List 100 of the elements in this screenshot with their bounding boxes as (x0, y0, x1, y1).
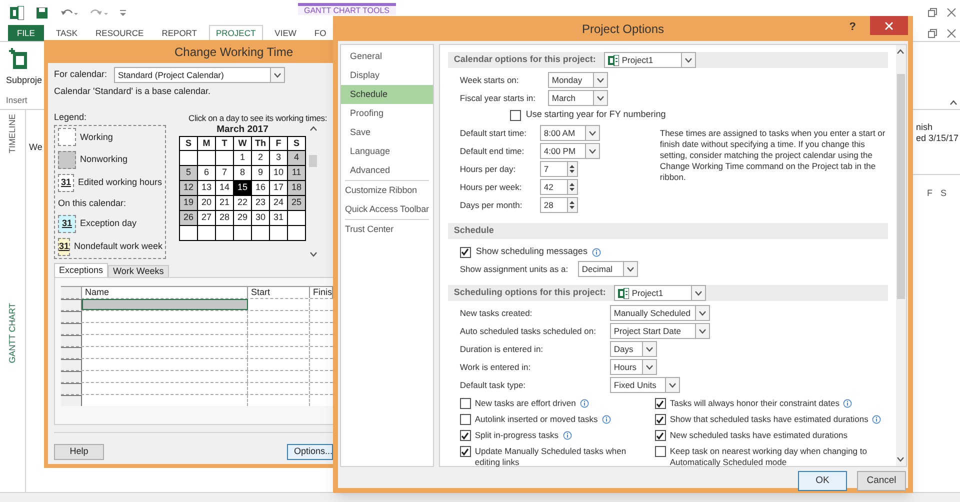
info-icon[interactable] (580, 399, 589, 408)
dropdown[interactable]: Project Start Date (610, 323, 710, 339)
info-icon[interactable] (602, 415, 611, 424)
calendar-day[interactable]: 1 (234, 151, 252, 166)
app-icon[interactable] (10, 6, 24, 20)
calendar-day[interactable]: 17 (270, 181, 288, 196)
calendar-day[interactable]: 4 (288, 151, 306, 166)
calendar-day[interactable]: 31 (270, 211, 288, 226)
nav-item[interactable]: Advanced (341, 161, 433, 180)
dropdown[interactable]: Decimal (578, 261, 638, 277)
dialog-button[interactable]: Options... (287, 444, 333, 460)
row-header[interactable] (61, 299, 82, 310)
document-plus-icon[interactable] (9, 48, 29, 70)
spin-box[interactable]: 42 (540, 179, 578, 195)
nav-item[interactable]: Schedule (341, 85, 433, 104)
calendar-day[interactable]: 14 (216, 181, 234, 196)
calendar-day[interactable]: 7 (216, 166, 234, 181)
checkbox[interactable] (510, 110, 521, 120)
nav-item[interactable]: General (341, 47, 433, 66)
row-header[interactable] (61, 395, 82, 406)
dropdown[interactable]: March (548, 90, 608, 106)
ribbon-tab[interactable]: FILE (8, 25, 44, 41)
spin-box[interactable]: 28 (540, 197, 578, 213)
calendar-day[interactable]: 15 (234, 181, 252, 196)
ribbon-tab[interactable]: REPORT (156, 25, 203, 41)
row-header[interactable] (61, 323, 82, 334)
spin-box[interactable]: 7 (540, 161, 578, 177)
calendar-day[interactable]: 9 (252, 166, 270, 181)
calendar-day[interactable]: 25 (288, 196, 306, 211)
dropdown[interactable]: Standard (Project Calendar) (114, 67, 285, 83)
calendar-day[interactable]: 10 (270, 166, 288, 181)
row-header[interactable] (61, 335, 82, 346)
calendar-day[interactable]: 26 (180, 211, 198, 226)
dropdown[interactable]: Project1 (614, 285, 706, 301)
calendar-day[interactable]: 21 (216, 196, 234, 211)
calendar-day[interactable]: 28 (216, 211, 234, 226)
dropdown[interactable]: Monday (548, 72, 608, 88)
dialog-tab[interactable]: Work Weeks (108, 265, 169, 277)
help-button[interactable]: ? (849, 16, 856, 36)
checkbox[interactable] (654, 430, 666, 441)
calendar-day[interactable]: 12 (180, 181, 198, 196)
nav-item[interactable]: Language (341, 142, 433, 161)
dropdown[interactable]: Days (610, 341, 657, 357)
save-icon[interactable] (36, 6, 48, 18)
checkbox[interactable] (460, 246, 471, 258)
row-header[interactable] (61, 383, 82, 394)
ribbon-tab[interactable]: PROJECT (209, 25, 263, 41)
calendar-day[interactable]: 8 (234, 166, 252, 181)
dialog-button[interactable]: OK (798, 471, 847, 491)
calendar-day[interactable]: 2 (252, 151, 270, 166)
calendar-day[interactable]: 16 (252, 181, 270, 196)
checkbox[interactable] (460, 398, 471, 409)
restore-icon[interactable] (928, 8, 937, 17)
row-header[interactable] (61, 359, 82, 370)
row-header[interactable] (61, 311, 82, 322)
dropdown[interactable]: Manually Scheduled (610, 305, 710, 321)
caret-icon[interactable] (120, 10, 126, 16)
calendar-day[interactable]: 24 (270, 196, 288, 211)
calendar-day[interactable]: 11 (288, 166, 306, 181)
horizontal-scrollbar[interactable] (0, 492, 960, 502)
nav-item[interactable]: Proofing (341, 104, 433, 123)
vertical-scrollbar[interactable] (896, 45, 906, 466)
dropdown[interactable]: Project1 (604, 52, 696, 68)
dialog-tab[interactable]: Exceptions (54, 263, 108, 277)
redo-icon[interactable] (90, 8, 108, 18)
scrollbar-thumb[interactable] (309, 154, 317, 166)
calendar-day[interactable]: 3 (270, 151, 288, 166)
checkbox[interactable] (654, 398, 666, 409)
calendar-day[interactable]: 6 (198, 166, 216, 181)
calendar-day[interactable]: 18 (288, 181, 306, 196)
info-icon[interactable] (592, 248, 602, 256)
spin-arrows-icon[interactable] (569, 182, 576, 192)
nav-item[interactable]: Save (341, 123, 433, 142)
ribbon-tab[interactable]: RESOURCE (90, 25, 150, 41)
checkbox[interactable] (654, 414, 666, 425)
ribbon-button-label[interactable]: Subproje (0, 74, 44, 88)
calendar-day[interactable]: 29 (234, 211, 252, 226)
undo-icon[interactable] (60, 8, 78, 18)
nav-item[interactable]: Display (341, 66, 433, 85)
calendar-day[interactable]: 13 (198, 181, 216, 196)
info-icon[interactable] (872, 415, 882, 424)
checkbox[interactable] (654, 446, 666, 457)
info-icon[interactable] (843, 399, 852, 408)
calendar-day[interactable]: 30 (252, 211, 270, 226)
nav-item[interactable]: Customize Ribbon (341, 181, 433, 200)
dropdown[interactable]: Fixed Units (610, 377, 680, 393)
spin-arrows-icon[interactable] (569, 164, 576, 174)
restore-icon[interactable] (928, 28, 937, 38)
calendar-day[interactable]: 27 (198, 211, 216, 226)
row-header[interactable] (61, 347, 82, 358)
dropdown[interactable]: Hours (610, 359, 657, 375)
info-icon[interactable] (562, 431, 572, 440)
checkbox[interactable] (460, 430, 471, 441)
nav-item[interactable]: Trust Center (341, 220, 433, 239)
ribbon-tab[interactable]: VIEW (268, 25, 302, 41)
spin-arrows-icon[interactable] (569, 200, 576, 210)
calendar-day[interactable]: 23 (252, 196, 270, 211)
checkbox[interactable] (460, 414, 471, 425)
calendar-day[interactable]: 22 (234, 196, 252, 211)
close-icon[interactable] (947, 8, 956, 17)
